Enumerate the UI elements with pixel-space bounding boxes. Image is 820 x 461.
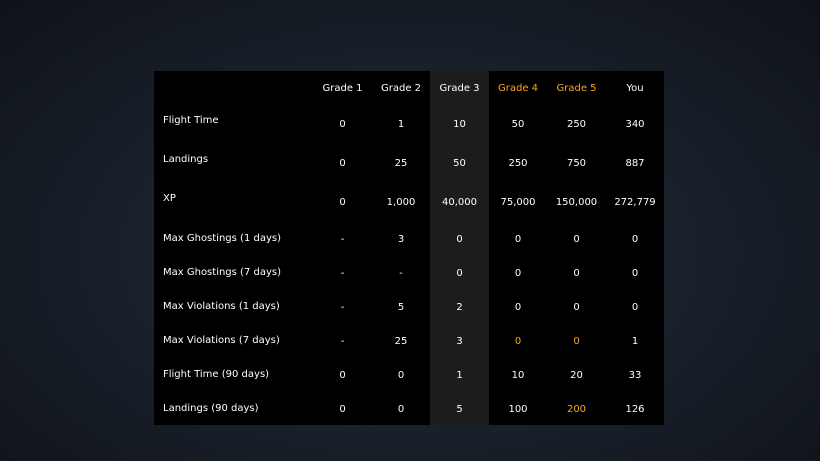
table-row: Max Violations (7 days) - 25 3 0 0 1 <box>154 323 664 357</box>
table-cell: 25 <box>394 335 408 347</box>
row-label: Max Ghostings (7 days) <box>163 266 281 278</box>
table-cell: 50 <box>511 119 525 130</box>
row-label: Max Violations (7 days) <box>163 334 280 346</box>
table-cell: 5 <box>397 301 405 313</box>
column-header-grade-5: Grade 5 <box>556 82 597 94</box>
table-cell: 0 <box>573 301 580 313</box>
table-cell: 0 <box>631 267 639 279</box>
table-cell: 0 <box>514 233 522 245</box>
table-cell: 0 <box>339 403 346 415</box>
table-cell: 0 <box>339 369 346 381</box>
table-cell: 1 <box>397 119 405 130</box>
table-cell: - <box>399 267 403 279</box>
table-cell: 33 <box>628 369 642 381</box>
row-label: Landings (90 days) <box>163 402 259 414</box>
table-cell: 250 <box>508 158 528 169</box>
table-cell: 0 <box>430 255 489 289</box>
table-cell: 10 <box>430 104 489 143</box>
row-label: Landings <box>163 153 209 165</box>
table-cell: 75,000 <box>500 197 536 208</box>
table-cell: 50 <box>430 143 489 182</box>
table-cell: 0 <box>514 267 522 279</box>
header-corner-cell <box>154 71 313 104</box>
table-cell: 0 <box>397 369 405 381</box>
table-cell: 340 <box>625 119 645 130</box>
column-header-grade-4: Grade 4 <box>497 82 539 94</box>
table-cell: 100 <box>508 403 528 415</box>
table-row: Landings (90 days) 0 0 5 100 200 126 <box>154 391 664 425</box>
table-cell: 750 <box>566 158 587 169</box>
table-cell: 250 <box>566 119 587 130</box>
table-cell: 0 <box>631 233 639 245</box>
table-cell: 20 <box>570 369 583 381</box>
table-row: Flight Time 0 1 10 50 250 340 <box>154 104 664 143</box>
table-cell: - <box>340 267 345 279</box>
table-header-row: Grade 1 Grade 2 Grade 3 Grade 4 Grade 5 … <box>154 71 664 104</box>
table-cell: 3 <box>397 233 405 245</box>
table-row: Max Ghostings (1 days) - 3 0 0 0 0 <box>154 221 664 255</box>
grade-requirements-table: Grade 1 Grade 2 Grade 3 Grade 4 Grade 5 … <box>154 71 664 425</box>
row-label: Max Ghostings (1 days) <box>163 232 281 244</box>
table-row: Flight Time (90 days) 0 0 1 10 20 33 <box>154 357 664 391</box>
table-cell: 1 <box>631 335 639 347</box>
table-row: Max Violations (1 days) - 5 2 0 0 0 <box>154 289 664 323</box>
table-cell: 0 <box>631 301 639 313</box>
table-row: Landings 0 25 50 250 750 887 <box>154 143 664 182</box>
table-cell: 2 <box>430 289 489 323</box>
table-cell: 10 <box>511 369 525 381</box>
table-cell: 1 <box>430 357 489 391</box>
table-row: XP 0 1,000 40,000 75,000 150,000 272,779 <box>154 182 664 221</box>
table-cell: 25 <box>394 158 408 169</box>
row-label: Max Violations (1 days) <box>163 300 280 312</box>
table-cell: 40,000 <box>430 182 489 221</box>
table-cell: 1,000 <box>386 197 416 208</box>
table-cell: 0 <box>339 158 346 169</box>
table-row: Max Ghostings (7 days) - - 0 0 0 0 <box>154 255 664 289</box>
row-label: Flight Time <box>163 114 219 126</box>
table-cell: - <box>340 301 345 313</box>
table-cell: 0 <box>514 301 522 313</box>
table-cell: 0 <box>397 403 405 415</box>
table-cell: 0 <box>573 233 580 245</box>
table-cell: 0 <box>339 119 346 130</box>
column-header-grade-2: Grade 2 <box>380 82 422 94</box>
column-header-grade-3: Grade 3 <box>430 71 489 104</box>
table-cell: 150,000 <box>555 197 598 208</box>
table-cell: 0 <box>430 221 489 255</box>
table-cell: 0 <box>573 335 580 347</box>
table-cell: 887 <box>625 158 645 169</box>
column-header-grade-1: Grade 1 <box>322 82 363 94</box>
table-cell: 0 <box>339 197 346 208</box>
table-cell: 5 <box>430 391 489 425</box>
column-header-you: You <box>626 82 644 94</box>
table-cell: 0 <box>514 335 522 347</box>
table-cell: - <box>340 335 345 347</box>
table-cell: 0 <box>573 267 580 279</box>
row-label: Flight Time (90 days) <box>163 368 270 380</box>
row-label: XP <box>163 192 176 204</box>
table-cell: 126 <box>625 403 645 415</box>
table-cell: 272,779 <box>614 197 656 208</box>
table-cell: 3 <box>430 323 489 357</box>
table-cell: 200 <box>566 403 587 415</box>
table-cell: - <box>340 233 345 245</box>
